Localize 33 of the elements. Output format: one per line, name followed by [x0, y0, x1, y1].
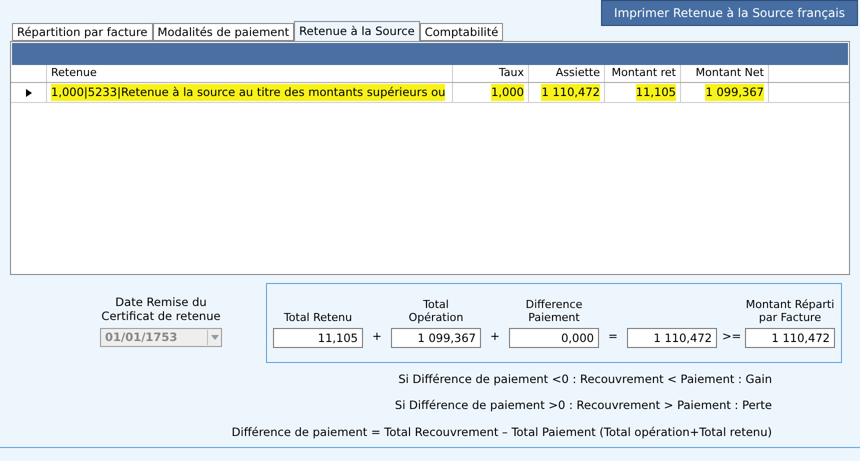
- tab[interactable]: Retenue à la Source: [294, 21, 420, 41]
- column-header[interactable]: Retenue: [47, 65, 453, 82]
- table-cell: 1,000: [491, 84, 524, 102]
- operator-sign: >=: [722, 328, 740, 345]
- table-cell: 11,105: [636, 84, 676, 102]
- table-cell: 1 099,367: [705, 84, 764, 102]
- total-label: Total Opération: [408, 298, 464, 324]
- column-header[interactable]: Montant Net: [681, 65, 769, 82]
- operator-sign: +: [371, 328, 383, 345]
- total-field[interactable]: 1 099,367: [391, 328, 481, 348]
- dropdown-caret-icon: [207, 330, 221, 345]
- total-label: Montant Réparti par Facture: [744, 298, 836, 324]
- total-field[interactable]: 1 110,472: [627, 328, 717, 348]
- tab[interactable]: Modalités de paiement: [152, 23, 294, 41]
- column-header[interactable]: Taux: [453, 65, 529, 82]
- rule-note: Si Différence de paiement <0 : Recouvrement < Paiement : Gain: [398, 371, 772, 388]
- total-field[interactable]: 11,105: [273, 328, 363, 348]
- table-cell: 1 110,472: [541, 84, 600, 102]
- column-header[interactable]: Assiette: [529, 65, 605, 82]
- total-field[interactable]: 0,000: [509, 328, 599, 348]
- date-label: Date Remise du Certificat de retenue: [100, 295, 222, 323]
- rule-note: Si Différence de paiement >0 : Recouvrement > Paiement : Perte: [394, 397, 772, 414]
- print-button[interactable]: Imprimer Retenue à la Source français: [601, 0, 858, 26]
- operator-sign: =: [607, 328, 619, 345]
- total-label: Total Retenu: [282, 311, 354, 324]
- total-label: Difference Paiement: [524, 298, 584, 324]
- tab[interactable]: Comptabilité: [420, 23, 504, 41]
- tab[interactable]: Répartition par facture: [12, 23, 153, 41]
- rule-note: Différence de paiement = Total Recouvrement – Total Paiement (Total opération+Total retenu): [232, 424, 772, 440]
- column-header[interactable]: Montant ret: [605, 65, 681, 82]
- total-field[interactable]: 1 110,472: [745, 328, 835, 348]
- operator-sign: +: [489, 328, 501, 345]
- table-cell: 1,000|5233|Retenue à la source au titre des montants supérieurs ou: [51, 84, 446, 102]
